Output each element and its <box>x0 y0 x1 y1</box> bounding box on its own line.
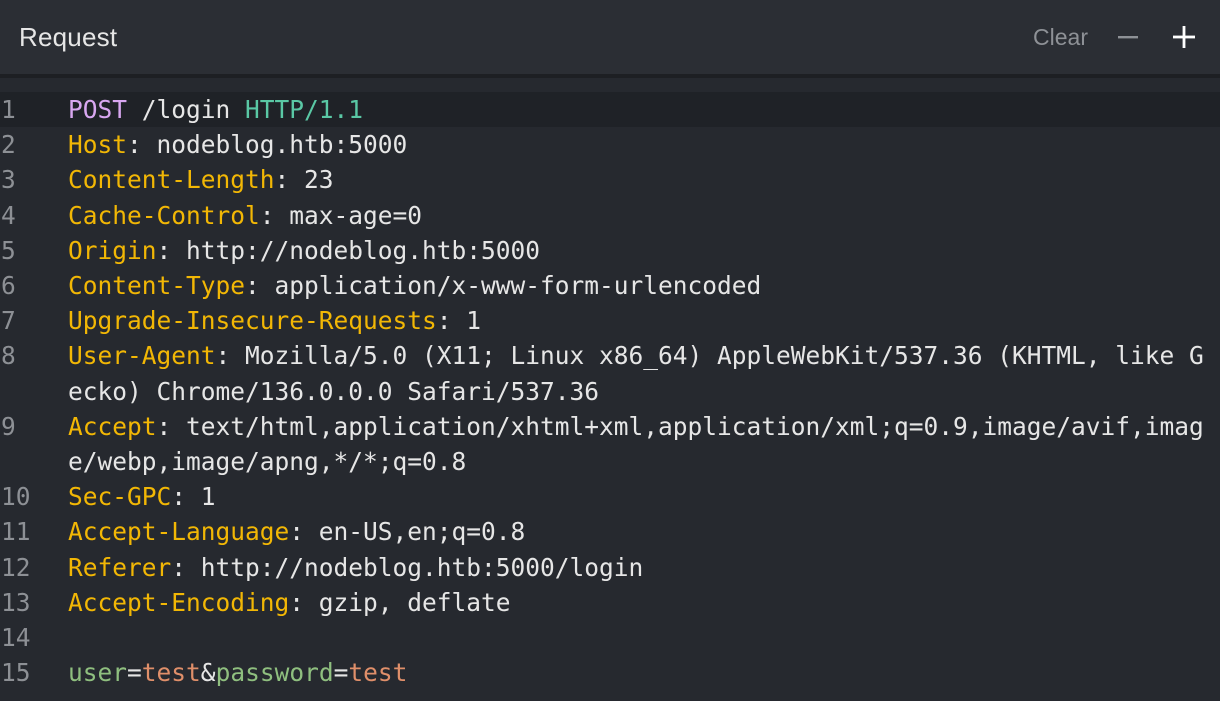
code-line: 10 Sec-GPC: 1 <box>0 479 1220 514</box>
code-line: 14 <box>0 620 1220 655</box>
param-separator: & <box>200 658 216 688</box>
clear-button[interactable]: Clear <box>1033 24 1088 51</box>
header-line[interactable]: Content-Type: application/x-www-form-url… <box>68 268 1220 303</box>
header-line[interactable]: Upgrade-Insecure-Requests: 1 <box>68 303 1220 338</box>
line-number: 7 <box>1 306 16 336</box>
header-key: Content-Length <box>68 165 275 195</box>
line-number: 6 <box>1 271 16 301</box>
line-number: 12 <box>1 552 31 582</box>
param-value: test <box>348 658 408 688</box>
header-value: 1 <box>200 482 216 512</box>
header-actions: Clear <box>1033 19 1202 55</box>
header-value: text/html,application/xhtml+xml,applicat… <box>68 411 1204 477</box>
param-key: user <box>68 658 128 688</box>
header-key: Accept <box>68 411 157 441</box>
line-number: 4 <box>1 200 16 230</box>
request-path: /login <box>127 95 246 124</box>
expand-button[interactable] <box>1166 19 1202 55</box>
header-key: Content-Type <box>68 271 246 301</box>
code-line: 11 Accept-Language: en-US,en;q=0.8 <box>0 514 1220 549</box>
line-number: 11 <box>1 517 31 547</box>
line-number: 13 <box>1 587 31 617</box>
header-line[interactable]: Origin: http://nodeblog.htb:5000 <box>68 233 1220 268</box>
header-key: Referer <box>68 552 172 582</box>
header-value: 23 <box>304 165 334 195</box>
param-key: password <box>215 658 334 688</box>
body-line[interactable]: user=test&password=test <box>68 655 1220 690</box>
line-number: 2 <box>1 130 16 160</box>
request-panel-header: Request Clear <box>0 0 1220 78</box>
param-equals: = <box>127 658 142 688</box>
header-key: Cache-Control <box>68 200 260 230</box>
http-method: POST <box>68 95 128 124</box>
request-line[interactable]: POST /login HTTP/1.1 <box>68 92 1220 127</box>
header-key: Accept-Language <box>68 517 290 547</box>
header-line[interactable]: Content-Length: 23 <box>68 162 1220 197</box>
header-key: Upgrade-Insecure-Requests <box>68 306 437 336</box>
panel-title: Request <box>19 21 118 52</box>
code-line: 4 Cache-Control: max-age=0 <box>0 198 1220 233</box>
param-equals: = <box>333 658 349 688</box>
header-line[interactable]: Cache-Control: max-age=0 <box>68 198 1220 233</box>
line-number: 3 <box>1 165 16 195</box>
line-number: 9 <box>1 411 16 441</box>
header-value: en-US,en;q=0.8 <box>318 517 526 547</box>
line-number: 15 <box>1 658 31 688</box>
code-line: 5 Origin: http://nodeblog.htb:5000 <box>0 233 1220 268</box>
header-value: nodeblog.htb:5000 <box>156 130 408 160</box>
header-line[interactable]: Accept-Language: en-US,en;q=0.8 <box>68 514 1220 549</box>
code-line: 6 Content-Type: application/x-www-form-u… <box>0 268 1220 303</box>
line-number: 8 <box>1 341 16 371</box>
code-line: 15 user=test&password=test <box>0 655 1220 690</box>
code-line: 12 Referer: http://nodeblog.htb:5000/log… <box>0 550 1220 585</box>
header-value: max-age=0 <box>289 200 423 230</box>
code-line: 2 Host: nodeblog.htb:5000 <box>0 127 1220 162</box>
header-value: Mozilla/5.0 (X11; Linux x86_64) AppleWeb… <box>68 341 1204 406</box>
request-editor[interactable]: 1 POST /login HTTP/1.1 2 Host: nodeblog.… <box>0 78 1220 690</box>
header-key: User-Agent <box>68 341 216 371</box>
header-key: Host <box>68 130 128 160</box>
blank-line[interactable] <box>68 620 1220 655</box>
collapse-button[interactable] <box>1110 19 1146 55</box>
header-value: gzip, deflate <box>318 587 511 617</box>
header-line[interactable]: Host: nodeblog.htb:5000 <box>68 127 1220 162</box>
header-key: Sec-GPC <box>68 482 172 512</box>
minus-icon <box>1118 36 1138 39</box>
header-key: Accept-Encoding <box>68 587 290 617</box>
header-line[interactable]: Sec-GPC: 1 <box>68 479 1220 514</box>
header-line[interactable]: User-Agent: Mozilla/5.0 (X11; Linux x86_… <box>68 338 1220 408</box>
code-line: 3 Content-Length: 23 <box>0 162 1220 197</box>
code-line: 9 Accept: text/html,application/xhtml+xm… <box>0 409 1220 479</box>
header-value: http://nodeblog.htb:5000/login <box>200 552 644 582</box>
header-line[interactable]: Referer: http://nodeblog.htb:5000/login <box>68 550 1220 585</box>
header-value: 1 <box>466 306 482 336</box>
code-line: 8 User-Agent: Mozilla/5.0 (X11; Linux x8… <box>0 338 1220 408</box>
line-number: 1 <box>1 95 16 124</box>
header-line[interactable]: Accept-Encoding: gzip, deflate <box>68 585 1220 620</box>
http-protocol: HTTP/1.1 <box>245 95 364 124</box>
header-key: Origin <box>68 235 157 265</box>
line-number: 5 <box>1 235 16 265</box>
plus-icon <box>1173 26 1195 48</box>
header-line[interactable]: Accept: text/html,application/xhtml+xml,… <box>68 409 1220 479</box>
code-line: 7 Upgrade-Insecure-Requests: 1 <box>0 303 1220 338</box>
code-line: 1 POST /login HTTP/1.1 <box>0 92 1220 128</box>
header-value: application/x-www-form-urlencoded <box>274 271 762 301</box>
param-value: test <box>141 658 201 688</box>
line-number: 10 <box>1 482 31 512</box>
line-number: 14 <box>1 623 31 653</box>
code-line: 13 Accept-Encoding: gzip, deflate <box>0 585 1220 620</box>
header-value: http://nodeblog.htb:5000 <box>186 235 541 265</box>
